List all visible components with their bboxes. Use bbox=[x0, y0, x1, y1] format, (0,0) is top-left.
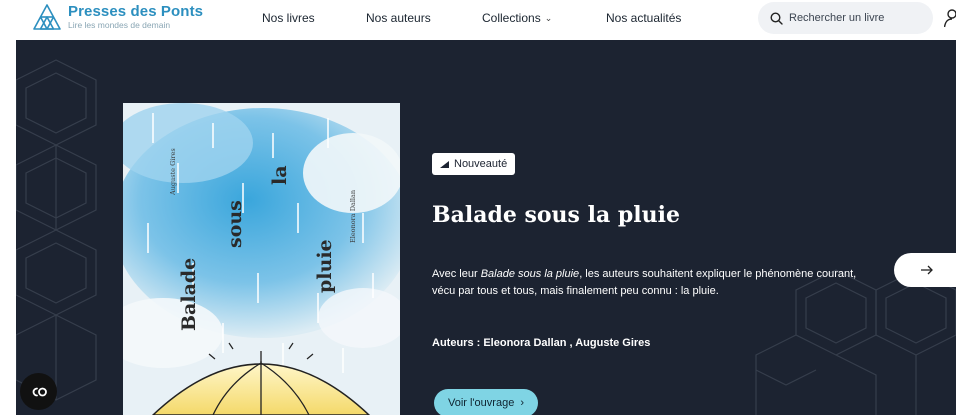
cover-author-2: Eleonora Dallan bbox=[349, 190, 357, 243]
search-input[interactable] bbox=[789, 12, 919, 24]
cover-word-sous: sous bbox=[224, 200, 246, 248]
book-description: Avec leur Balade sous la pluie, les aute… bbox=[432, 266, 862, 300]
view-book-button[interactable]: Voir l'ouvrage › bbox=[434, 389, 538, 415]
nav-item-livres[interactable]: Nos livres bbox=[262, 11, 315, 25]
new-badge: Nouveauté bbox=[432, 153, 516, 175]
cover-word-balade: Balade bbox=[178, 258, 200, 331]
chevron-down-icon: ⌄ bbox=[544, 13, 553, 23]
description-italic: Balade sous la pluie bbox=[480, 268, 580, 280]
page: Presses des Ponts Lire les mondes de dem… bbox=[0, 0, 956, 415]
book-authors: Auteurs : Eleonora Dallan , Auguste Gire… bbox=[432, 337, 651, 349]
cover-word-pluie: pluie bbox=[314, 239, 336, 293]
book-cover-image[interactable]: Balade sous la pluie Auguste Gires Eleon… bbox=[123, 103, 400, 415]
description-prefix: Avec leur bbox=[432, 268, 481, 280]
user-icon[interactable] bbox=[944, 8, 956, 28]
view-book-label: Voir l'ouvrage bbox=[448, 397, 515, 409]
cover-word-la: la bbox=[269, 165, 291, 185]
triangle-icon bbox=[440, 160, 449, 168]
new-badge-label: Nouveauté bbox=[454, 158, 508, 170]
arrow-right-icon bbox=[921, 265, 933, 275]
nav-item-collections[interactable]: Collections ⌄ bbox=[482, 11, 552, 25]
nav-item-auteurs[interactable]: Nos auteurs bbox=[366, 11, 431, 25]
hero-banner: Balade sous la pluie Auguste Gires Eleon… bbox=[16, 40, 956, 415]
site-header: Presses des Ponts Lire les mondes de dem… bbox=[0, 0, 956, 40]
search-box[interactable] bbox=[758, 2, 933, 34]
nav-item-collections-label: Collections bbox=[482, 11, 541, 25]
next-slide-button[interactable] bbox=[894, 253, 956, 287]
book-title: Balade sous la pluie bbox=[432, 202, 680, 228]
search-icon bbox=[770, 11, 783, 25]
accessibility-button[interactable] bbox=[20, 373, 57, 410]
chevron-right-icon: › bbox=[520, 397, 524, 409]
cover-author-1: Auguste Gires bbox=[169, 148, 177, 196]
accessibility-icon bbox=[32, 387, 47, 396]
nav-item-actualites[interactable]: Nos actualités bbox=[606, 11, 681, 25]
